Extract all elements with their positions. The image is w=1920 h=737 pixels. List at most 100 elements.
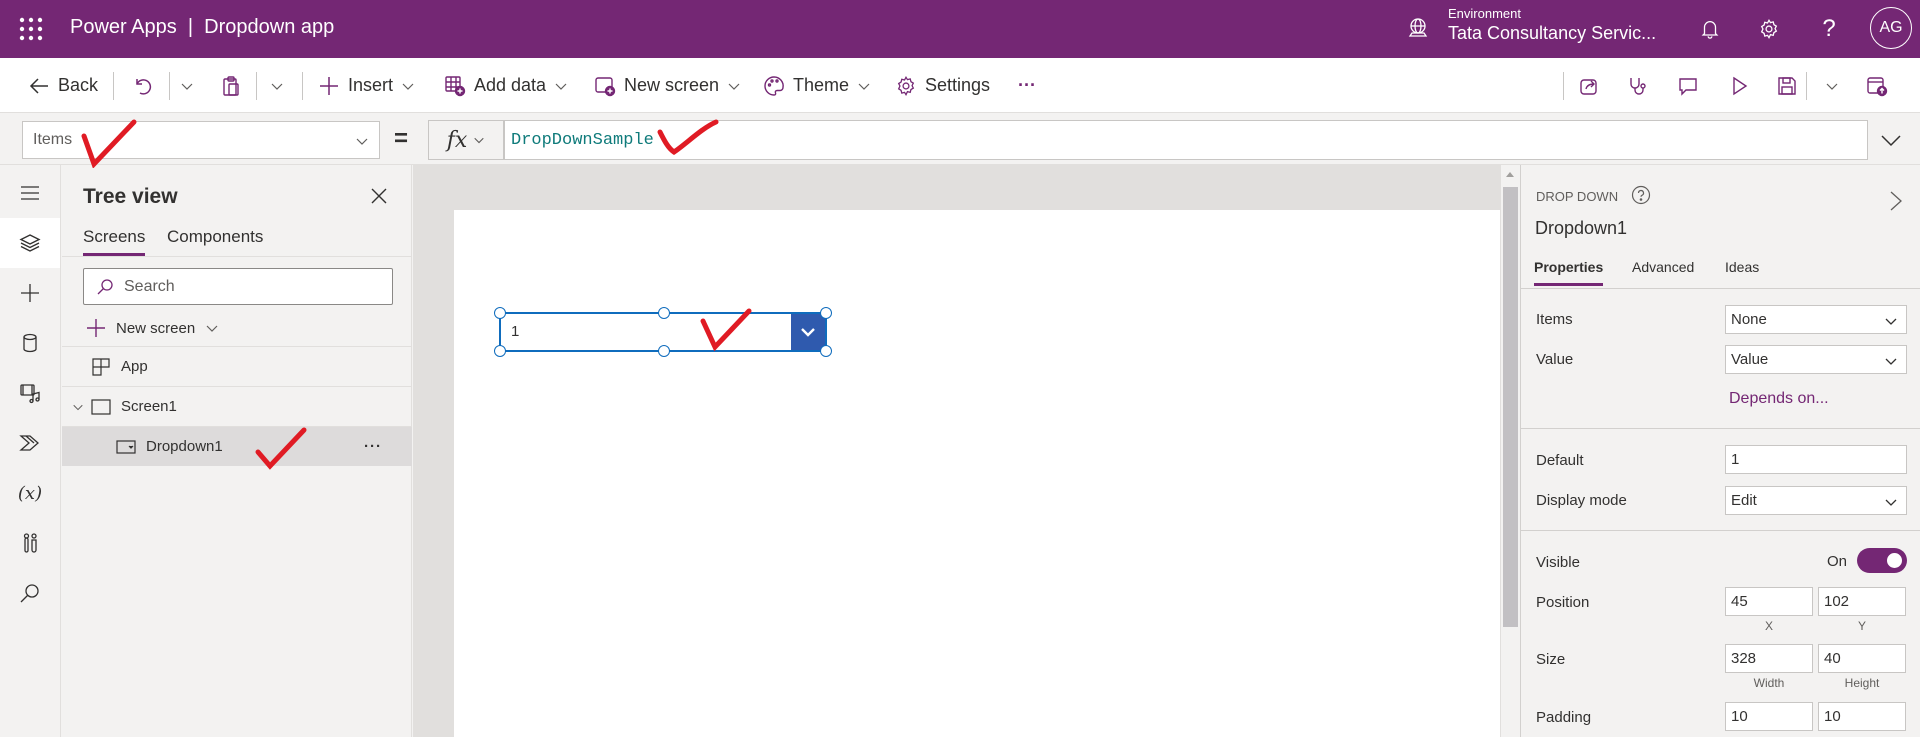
tree-item-dropdown1[interactable]: Dropdown1 ···	[62, 426, 412, 466]
items-select[interactable]: None	[1725, 305, 1907, 334]
more-commands-button[interactable]: ···	[1018, 58, 1036, 113]
tree-tabs: Screens Components	[62, 223, 412, 257]
position-y-input[interactable]: 102	[1818, 587, 1906, 616]
close-icon[interactable]	[370, 187, 388, 205]
paste-menu-button[interactable]	[270, 58, 284, 113]
app-launcher-icon[interactable]	[18, 16, 44, 42]
fx-button[interactable]: fx	[428, 120, 504, 160]
settings-icon[interactable]	[1755, 15, 1783, 43]
resize-handle[interactable]	[494, 307, 506, 319]
search-rail-button[interactable]	[0, 568, 60, 618]
tree-view-title: Tree view	[83, 185, 178, 208]
media-button[interactable]	[0, 368, 60, 418]
app-checker-button[interactable]	[1627, 58, 1649, 113]
comments-button[interactable]	[1677, 58, 1699, 113]
settings-button[interactable]: Settings	[895, 58, 990, 113]
property-selector[interactable]: Items	[22, 121, 380, 159]
divider	[1521, 428, 1920, 429]
undo-menu-button[interactable]	[180, 58, 194, 113]
tree-view-button[interactable]	[0, 218, 60, 268]
value-select[interactable]: Value	[1725, 345, 1907, 374]
canvas-scrollbar[interactable]	[1500, 165, 1519, 737]
items-select-value: None	[1731, 311, 1767, 328]
tab-advanced[interactable]: Advanced	[1632, 259, 1694, 275]
new-screen-button[interactable]: New screen	[594, 58, 741, 113]
chevron-right-icon[interactable]	[1889, 190, 1903, 212]
size-width-input[interactable]: 328	[1725, 644, 1813, 673]
tab-components[interactable]: Components	[167, 227, 263, 253]
more-options-button[interactable]: ···	[364, 438, 382, 455]
value-label: Value	[1536, 351, 1574, 368]
command-bar: Back Insert Add data New screen Theme Se…	[0, 58, 1920, 113]
visible-toggle[interactable]	[1857, 548, 1907, 573]
padding-input-1[interactable]: 10	[1725, 702, 1813, 731]
display-mode-label: Display mode	[1536, 492, 1627, 509]
advanced-tools-button[interactable]	[0, 518, 60, 568]
publish-button[interactable]	[1866, 58, 1888, 113]
tree-item-screen1[interactable]: Screen1	[62, 386, 412, 426]
tab-ideas[interactable]: Ideas	[1725, 259, 1759, 275]
back-button[interactable]: Back	[28, 58, 98, 113]
tab-screens[interactable]: Screens	[83, 227, 146, 256]
add-data-button[interactable]: Add data	[444, 58, 568, 113]
resize-handle[interactable]	[658, 307, 670, 319]
menu-button[interactable]	[0, 168, 60, 218]
value-select-value: Value	[1731, 351, 1769, 368]
theme-button[interactable]: Theme	[763, 58, 871, 113]
insert-rail-button[interactable]	[0, 268, 60, 318]
display-mode-select[interactable]: Edit	[1725, 486, 1907, 515]
depends-on-link[interactable]: Depends on...	[1729, 390, 1829, 408]
control-name[interactable]: Dropdown1	[1535, 218, 1627, 239]
screen-icon	[91, 398, 111, 415]
data-button[interactable]	[0, 318, 60, 368]
visible-label: Visible	[1536, 554, 1580, 571]
share-button[interactable]	[1578, 58, 1600, 113]
undo-button[interactable]	[132, 58, 154, 113]
scroll-up-icon[interactable]	[1506, 171, 1514, 177]
notifications-icon[interactable]	[1696, 15, 1724, 43]
settings-label: Settings	[925, 75, 991, 95]
size-height-input[interactable]: 40	[1818, 644, 1906, 673]
preview-button[interactable]	[1728, 58, 1750, 113]
save-menu-button[interactable]	[1825, 58, 1839, 113]
help-icon[interactable]: ?	[1815, 15, 1843, 43]
help-icon[interactable]	[1631, 185, 1651, 205]
tree-item-label: Screen1	[121, 398, 177, 415]
environment-name[interactable]: Tata Consultancy Servic...	[1448, 23, 1656, 44]
resize-handle[interactable]	[658, 345, 670, 357]
paste-button[interactable]	[220, 58, 242, 113]
tree-search-input[interactable]: Search	[83, 268, 393, 305]
resize-handle[interactable]	[820, 307, 832, 319]
dropdown-control[interactable]: 1	[494, 307, 832, 357]
media-icon	[20, 384, 40, 404]
tree-new-screen-button[interactable]: New screen	[86, 313, 219, 343]
formula-input[interactable]: DropDownSample	[504, 120, 1868, 160]
expand-formula-button[interactable]	[1874, 127, 1908, 153]
scrollbar-thumb[interactable]	[1503, 187, 1518, 627]
dropdown-chevron-button[interactable]	[791, 314, 825, 350]
tree-item-app[interactable]: App	[62, 346, 412, 386]
default-input[interactable]: 1	[1725, 445, 1907, 474]
screen-canvas[interactable]: 1	[454, 210, 1500, 737]
environment-icon[interactable]	[1406, 16, 1430, 40]
y-caption: Y	[1857, 619, 1866, 633]
tab-properties[interactable]: Properties	[1534, 259, 1604, 286]
chevron-down-icon[interactable]	[72, 401, 84, 413]
user-avatar[interactable]: AG	[1870, 7, 1912, 49]
insert-button[interactable]: Insert	[318, 58, 415, 113]
position-x-input[interactable]: 45	[1725, 587, 1813, 616]
search-icon	[97, 278, 113, 294]
dropdown-control-icon	[116, 439, 136, 454]
resize-handle[interactable]	[494, 345, 506, 357]
power-automate-button[interactable]	[0, 418, 60, 468]
save-button[interactable]	[1776, 58, 1798, 113]
plus-icon	[320, 76, 338, 95]
items-label: Items	[1536, 311, 1573, 328]
resize-handle[interactable]	[820, 345, 832, 357]
gear-icon	[897, 75, 915, 96]
divider	[169, 72, 170, 100]
variables-button[interactable]: (x)	[0, 468, 60, 518]
padding-input-2[interactable]: 10	[1818, 702, 1906, 731]
chevron-down-icon	[402, 83, 414, 90]
environment-label: Environment	[1448, 6, 1521, 21]
